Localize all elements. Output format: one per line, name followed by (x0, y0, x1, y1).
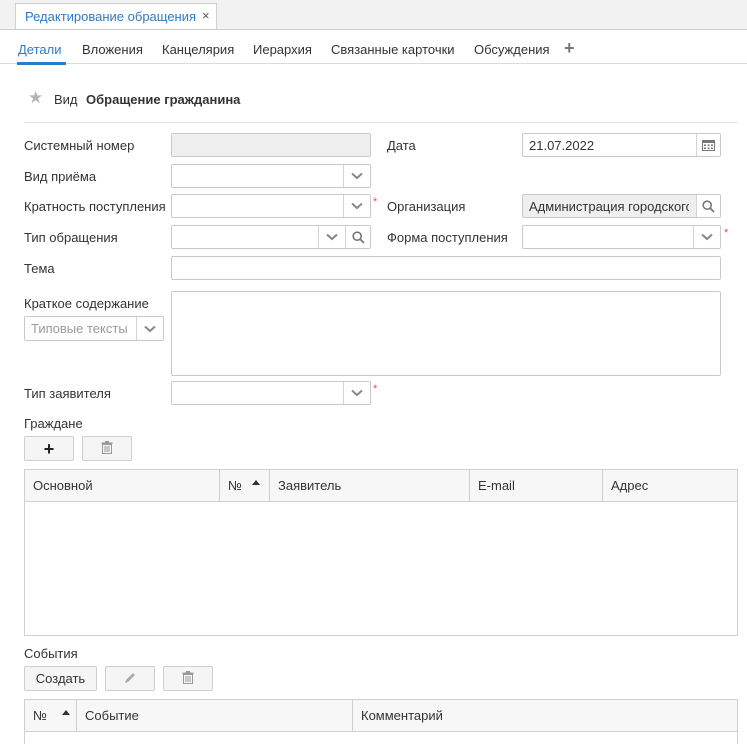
subject-input[interactable] (171, 256, 721, 280)
subject-label: Тема (24, 261, 55, 276)
applicant-type-select[interactable] (171, 381, 371, 405)
column-header[interactable]: Событие (77, 700, 353, 731)
add-citizen-button[interactable]: + (24, 436, 74, 461)
organization-field[interactable]: Администрация городского (522, 194, 721, 218)
delete-citizen-button[interactable] (82, 436, 132, 461)
applicant-type-label: Тип заявителя (24, 386, 111, 401)
events-grid-header: № Событие Комментарий (25, 700, 737, 732)
template-texts-placeholder: Типовые тексты (31, 321, 128, 336)
required-mark: * (373, 196, 378, 208)
pencil-icon (124, 671, 137, 687)
citizens-title: Граждане (24, 416, 83, 431)
summary-textarea[interactable] (171, 291, 721, 376)
chevron-down-icon[interactable] (343, 165, 370, 187)
organization-value: Администрация городского (529, 199, 689, 214)
reception-type-label: Вид приёма (24, 169, 97, 184)
column-header[interactable]: Комментарий (353, 700, 737, 731)
column-label: Событие (85, 708, 139, 723)
frequency-select[interactable] (171, 194, 371, 218)
column-label: Адрес (611, 478, 649, 493)
events-title: События (24, 646, 78, 661)
chevron-down-icon[interactable] (693, 226, 720, 248)
required-mark: * (724, 227, 729, 239)
system-number-field (171, 133, 371, 157)
column-header[interactable]: № (220, 470, 270, 501)
citizens-grid-header: Основной № Заявитель E-mail Адрес (25, 470, 737, 502)
search-icon[interactable] (345, 226, 370, 248)
close-icon[interactable]: × (202, 8, 210, 23)
required-mark: * (373, 383, 378, 395)
tab-office[interactable]: Канцелярия (162, 42, 234, 57)
search-icon[interactable] (696, 195, 720, 217)
appeal-type-label: Тип обращения (24, 230, 118, 245)
column-header[interactable]: № (25, 700, 77, 731)
template-texts-select[interactable]: Типовые тексты (24, 316, 164, 341)
plus-icon: + (43, 438, 55, 459)
appeal-type-triggers (318, 226, 370, 248)
column-header[interactable]: E-mail (470, 470, 603, 501)
star-icon[interactable]: ★ (28, 88, 43, 108)
tab-discussions[interactable]: Обсуждения (474, 42, 550, 57)
date-label: Дата (387, 138, 416, 153)
receipt-form-select[interactable] (522, 225, 721, 249)
tab-details[interactable]: Детали (18, 42, 62, 57)
date-value: 21.07.2022 (529, 138, 595, 153)
events-grid: № Событие Комментарий (24, 699, 738, 744)
column-label: № (33, 708, 47, 723)
column-header[interactable]: Адрес (603, 470, 737, 501)
chevron-down-icon[interactable] (136, 317, 163, 340)
delete-event-button[interactable] (163, 666, 213, 691)
calendar-icon[interactable] (696, 134, 720, 156)
summary-label: Краткое содержание (24, 296, 149, 311)
chevron-down-icon[interactable] (319, 233, 345, 241)
appeal-type-select[interactable] (171, 225, 371, 249)
frequency-label: Кратность поступления (24, 199, 166, 214)
sort-ascending-icon (62, 710, 70, 715)
chevron-down-icon[interactable] (343, 382, 370, 404)
tab-hierarchy[interactable]: Иерархия (253, 42, 312, 57)
tab-related-cards[interactable]: Связанные карточки (331, 42, 455, 57)
plus-icon[interactable]: + (564, 38, 575, 59)
system-number-label: Системный номер (24, 138, 135, 153)
document-tab[interactable]: Редактирование обращения × (15, 3, 217, 29)
create-event-label: Создать (35, 671, 86, 686)
column-header[interactable]: Основной (25, 470, 220, 501)
trash-icon (182, 670, 194, 687)
organization-label: Организация (387, 199, 466, 214)
document-tab-label: Редактирование обращения (25, 9, 197, 24)
sort-ascending-icon (252, 480, 260, 485)
receipt-form-label: Форма поступления (387, 230, 508, 245)
reception-type-select[interactable] (171, 164, 371, 188)
tab-attachments[interactable]: Вложения (82, 42, 143, 57)
date-field[interactable]: 21.07.2022 (522, 133, 721, 157)
kind-label: Вид (54, 92, 78, 107)
active-tab-indicator (17, 62, 66, 65)
chevron-down-icon[interactable] (343, 195, 370, 217)
column-label: Заявитель (278, 478, 342, 493)
column-header[interactable]: Заявитель (270, 470, 470, 501)
create-event-button[interactable]: Создать (24, 666, 97, 691)
column-label: E-mail (478, 478, 515, 493)
column-label: Комментарий (361, 708, 443, 723)
column-label: Основной (33, 478, 93, 493)
tabs-divider (0, 63, 747, 64)
column-label: № (228, 478, 242, 493)
edit-event-button[interactable] (105, 666, 155, 691)
header-divider (24, 122, 738, 123)
citizens-grid: Основной № Заявитель E-mail Адрес (24, 469, 738, 636)
trash-icon (101, 440, 113, 457)
kind-value: Обращение гражданина (86, 92, 241, 107)
